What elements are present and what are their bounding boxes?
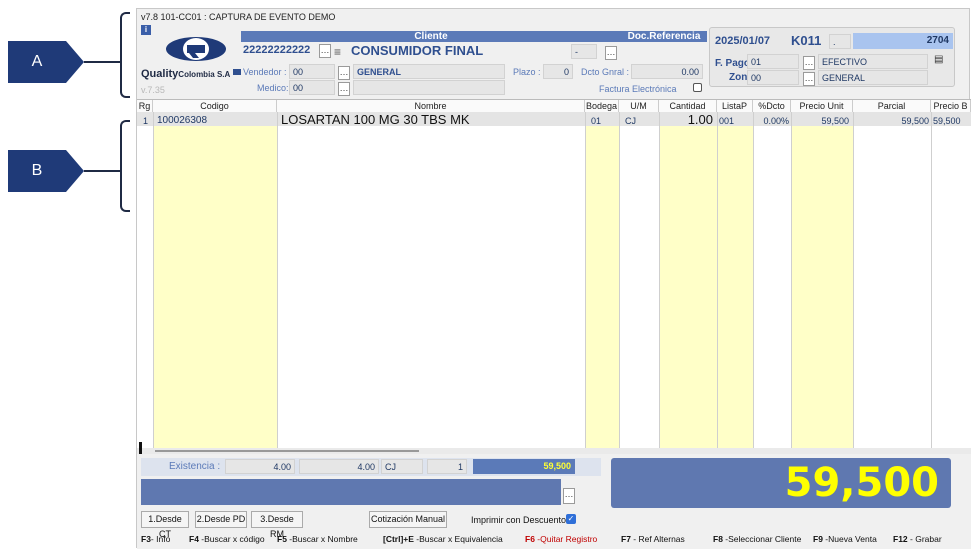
cell-cantidad[interactable]: 1.00 bbox=[659, 113, 713, 127]
fkey-f7[interactable]: F7 - Ref Alternas bbox=[621, 534, 685, 544]
document-icon[interactable]: ▤ bbox=[934, 54, 943, 65]
logo-flag-icon bbox=[233, 69, 241, 75]
desde-pd-button[interactable]: 2.Desde PD bbox=[195, 511, 247, 528]
cell-bodega[interactable]: 01 bbox=[591, 114, 601, 128]
col-header-rg[interactable]: Rg bbox=[137, 100, 153, 112]
doc-date: 2025/01/07 bbox=[715, 35, 771, 47]
cell-listap[interactable]: 001 bbox=[719, 114, 734, 128]
logo-text: QualityColombia S.A bbox=[141, 68, 231, 80]
desde-ct-button[interactable]: 1.Desde CT bbox=[141, 511, 189, 539]
medico-name bbox=[353, 80, 505, 95]
vendedor-label: Vendedor : bbox=[243, 67, 287, 77]
cliente-nit[interactable]: 22222222222 bbox=[243, 44, 310, 56]
logo bbox=[165, 31, 227, 67]
observation-lookup-button[interactable]: … bbox=[563, 488, 575, 504]
medico-label: Medico: bbox=[257, 83, 289, 93]
fkey-f12[interactable]: F12 - Grabar bbox=[893, 534, 942, 544]
existencia-subtotal: 59,500 bbox=[473, 459, 575, 474]
fkey-f3[interactable]: F3- Info bbox=[141, 534, 170, 544]
col-header-precio-unit[interactable]: Precio Unit bbox=[791, 100, 853, 112]
cliente-header: Cliente bbox=[241, 31, 621, 42]
observation-field[interactable] bbox=[141, 479, 561, 505]
fkey-f8[interactable]: F8 -Seleccionar Cliente bbox=[713, 534, 801, 544]
existencia-v1: 4.00 bbox=[225, 459, 295, 474]
imprimir-descuento-label: Imprimir con Descuento bbox=[471, 515, 567, 525]
window-title: v7.8 101-CC01 : CAPTURA DE EVENTO DEMO bbox=[141, 12, 336, 22]
cell-um: CJ bbox=[625, 116, 636, 126]
doc-number: 2704 bbox=[853, 33, 953, 49]
existencia-v2: 4.00 bbox=[299, 459, 379, 474]
fpago-lookup-button[interactable]: … bbox=[803, 56, 815, 70]
fkey-f5[interactable]: F5 -Buscar x Nombre bbox=[277, 534, 358, 544]
bracket-a bbox=[120, 12, 130, 98]
desde-rm-button[interactable]: 3.Desde RM bbox=[251, 511, 303, 539]
version-label: v.7.35 bbox=[141, 85, 165, 95]
main-window: v7.8 101-CC01 : CAPTURA DE EVENTO DEMO i… bbox=[136, 8, 971, 549]
items-grid[interactable]: Rg Codigo Nombre Bodega U/M Cantidad Lis… bbox=[137, 99, 971, 454]
callout-a: A bbox=[8, 41, 84, 83]
col-header-cantidad[interactable]: Cantidad bbox=[659, 100, 717, 112]
existencia-label: Existencia : bbox=[169, 461, 221, 472]
col-header-nombre[interactable]: Nombre bbox=[277, 100, 585, 112]
col-header-codigo[interactable]: Codigo bbox=[153, 100, 277, 112]
row-cursor bbox=[139, 442, 142, 454]
dcto-gnral-field[interactable]: 0.00 bbox=[631, 64, 703, 79]
col-header-dcto[interactable]: %Dcto bbox=[753, 100, 791, 112]
fkey-f6[interactable]: F6 -Quitar Registro bbox=[525, 534, 597, 544]
col-header-um[interactable]: U/M bbox=[619, 100, 659, 112]
zona-code[interactable]: 00 bbox=[747, 70, 799, 85]
factura-electronica-checkbox[interactable] bbox=[693, 83, 702, 92]
zona-name: GENERAL bbox=[818, 70, 928, 85]
fpago-name: EFECTIVO bbox=[818, 54, 928, 69]
doc-code: K011 bbox=[791, 33, 822, 48]
docref-header: Doc.Referencia bbox=[621, 31, 707, 42]
col-header-precio-b[interactable]: Precio B bbox=[931, 100, 971, 112]
fkey-ctrl-e[interactable]: [Ctrl]+E -Buscar x Equivalencia bbox=[383, 534, 503, 544]
callout-b-label: B bbox=[8, 150, 66, 192]
col-header-bodega[interactable]: Bodega bbox=[585, 100, 619, 112]
vendedor-code[interactable]: 00 bbox=[289, 64, 335, 79]
imprimir-descuento-checkbox[interactable]: ✓ bbox=[566, 514, 576, 524]
callout-b: B bbox=[8, 150, 84, 192]
bracket-b bbox=[120, 120, 130, 212]
info-icon[interactable]: i bbox=[141, 25, 151, 35]
cliente-nombre: CONSUMIDOR FINAL bbox=[351, 43, 484, 58]
docref-lookup-button[interactable]: … bbox=[605, 46, 617, 60]
existencia-um: CJ bbox=[381, 459, 423, 474]
cell-precio-unit[interactable]: 59,500 bbox=[791, 114, 849, 128]
fpago-label: F. Pago bbox=[715, 58, 751, 69]
cliente-lookup-button[interactable]: … bbox=[319, 44, 331, 58]
cell-precio-b: 59,500 bbox=[933, 116, 961, 126]
total-panel: 59,500 bbox=[611, 458, 951, 508]
doc-sep: . bbox=[829, 34, 851, 49]
plazo-label: Plazo : bbox=[513, 67, 541, 77]
cell-parcial: 59,500 bbox=[901, 116, 929, 126]
cell-codigo[interactable]: 100026308 bbox=[157, 114, 207, 128]
factura-electronica-label: Factura Electrónica bbox=[599, 84, 677, 94]
medico-lookup-button[interactable]: … bbox=[338, 82, 350, 96]
total-amount: 59,500 bbox=[784, 460, 939, 506]
callout-a-label: A bbox=[8, 41, 66, 83]
existencia-count: 1 bbox=[427, 459, 467, 474]
fpago-code[interactable]: 01 bbox=[747, 54, 799, 69]
plazo-field[interactable]: 0 bbox=[543, 64, 573, 79]
docref-field[interactable]: - bbox=[571, 44, 597, 59]
menu-icon[interactable]: ≡ bbox=[334, 45, 341, 59]
vendedor-lookup-button[interactable]: … bbox=[338, 66, 350, 80]
cell-dcto[interactable]: 0.00% bbox=[753, 114, 789, 128]
vendedor-name: GENERAL bbox=[353, 64, 505, 79]
col-header-listap[interactable]: ListaP bbox=[717, 100, 753, 112]
fkey-f4[interactable]: F4 -Buscar x código bbox=[189, 534, 265, 544]
medico-code[interactable]: 00 bbox=[289, 80, 335, 95]
zona-lookup-button[interactable]: … bbox=[803, 72, 815, 86]
cotizacion-manual-button[interactable]: Cotización Manual bbox=[369, 511, 447, 528]
dcto-gnral-label: Dcto Gnral : bbox=[581, 67, 630, 77]
cell-nombre: LOSARTAN 100 MG 30 TBS MK bbox=[281, 112, 470, 127]
col-header-parcial[interactable]: Parcial bbox=[853, 100, 931, 112]
fkey-f9[interactable]: F9 -Nueva Venta bbox=[813, 534, 877, 544]
cell-rg: 1 bbox=[143, 116, 149, 126]
scrollbar-thumb[interactable] bbox=[155, 450, 419, 452]
